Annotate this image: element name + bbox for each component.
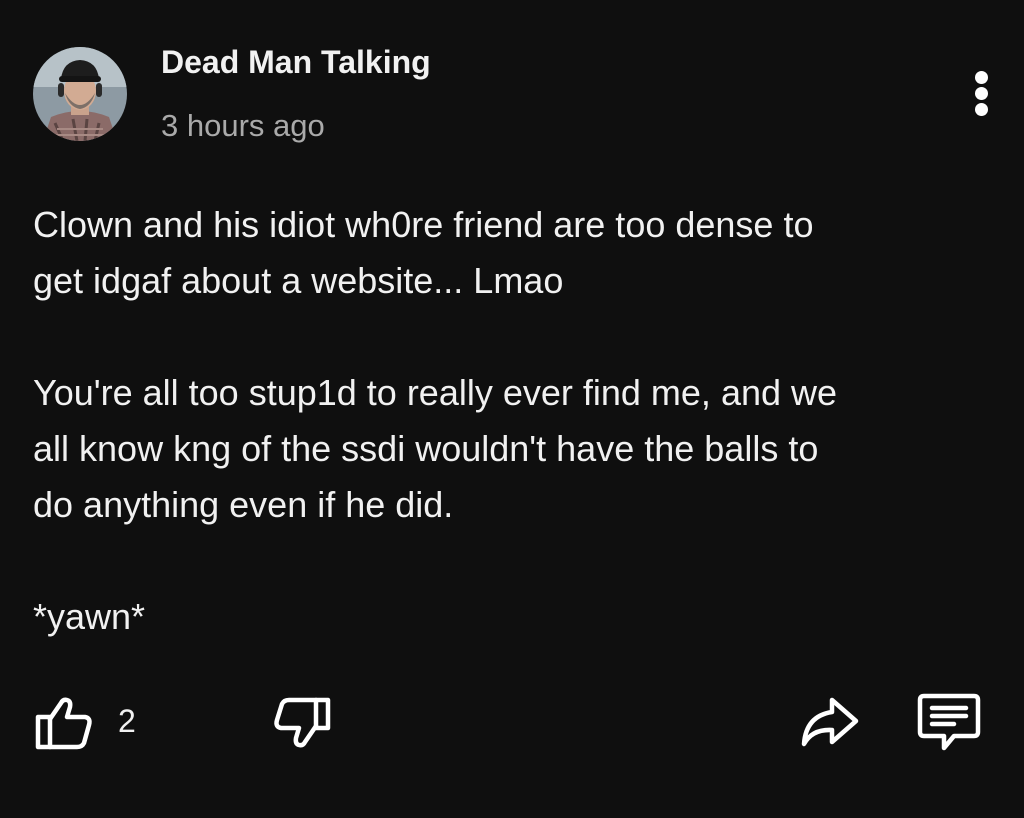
author-name[interactable]: Dead Man Talking: [161, 44, 431, 81]
like-button[interactable]: [34, 695, 94, 751]
dislike-button[interactable]: [268, 690, 332, 752]
more-dot: [975, 87, 988, 100]
comment-paragraph: You're all too stup1d to really ever fin…: [33, 372, 838, 525]
comment-paragraph: *yawn*: [33, 596, 146, 637]
like-count: 2: [118, 703, 136, 739]
thumbs-up-icon: [35, 697, 92, 750]
comment-body: Clown and his idiot wh0re friend are too…: [33, 197, 993, 645]
timestamp: 3 hours ago: [161, 108, 325, 143]
share-button[interactable]: [798, 694, 862, 750]
reply-button[interactable]: [914, 690, 984, 754]
more-dot: [975, 71, 988, 84]
reply-icon: [917, 693, 981, 751]
avatar[interactable]: [33, 47, 127, 141]
more-dot: [975, 103, 988, 116]
avatar-image: [33, 47, 127, 141]
thumbs-down-icon: [274, 697, 331, 748]
comment-card: Dead Man Talking 3 hours ago Clown and h…: [0, 0, 1024, 818]
share-icon: [801, 697, 859, 747]
more-options-icon[interactable]: [962, 64, 1002, 122]
comment-paragraph: Clown and his idiot wh0re friend are too…: [33, 204, 814, 301]
